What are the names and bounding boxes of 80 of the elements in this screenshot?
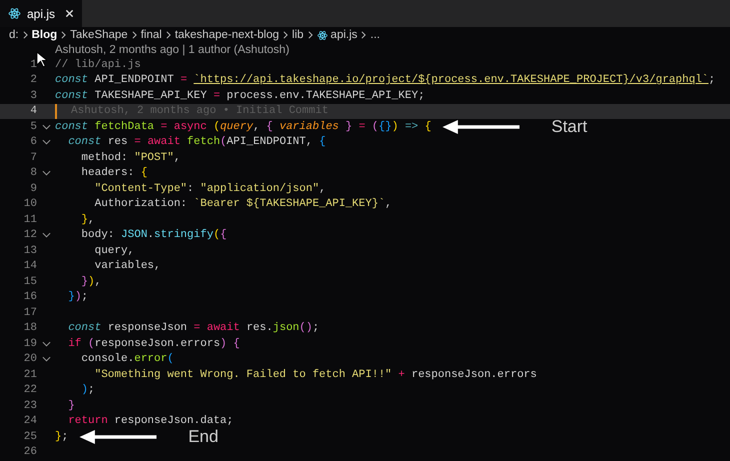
line-number: 20	[22, 353, 37, 366]
editor-tab[interactable]: api.js	[0, 0, 82, 27]
text-cursor	[55, 104, 57, 119]
breadcrumb-item[interactable]: api.js	[330, 29, 358, 41]
line-number: 12	[22, 229, 37, 242]
line-number: 26	[22, 446, 37, 458]
mouse-pointer-icon	[36, 51, 47, 68]
chevron-down-icon[interactable]	[42, 139, 50, 146]
code-line: body: JSON.stringify({	[80, 229, 227, 242]
line-number: 3	[29, 90, 37, 102]
code-line: };	[55, 430, 68, 443]
breadcrumb-item[interactable]: takeshape-next-blog	[174, 29, 280, 41]
line-number: 18	[22, 322, 37, 334]
codelens-author-info[interactable]: Ashutosh, 2 months ago | 1 author (Ashutosh)	[55, 44, 290, 56]
chevron-down-icon[interactable]	[42, 170, 50, 176]
code-line: const fetchData = async (query, { variables } = ({}) => {	[55, 120, 432, 133]
breadcrumb-item[interactable]: TakeShape	[70, 29, 128, 41]
code-line: "Content-Type": "application/json",	[94, 182, 326, 195]
line-number: 14	[22, 260, 37, 272]
code-line: }	[67, 400, 75, 412]
chevron-down-icon[interactable]	[42, 124, 50, 130]
line-number: 5	[29, 120, 37, 133]
line-number: 7	[29, 152, 37, 164]
code-line: const res = await fetch(API_ENDPOINT, {	[67, 136, 326, 148]
chevron-right-icon	[22, 31, 28, 39]
code-line: return responseJson.data;	[67, 415, 234, 428]
line-number: 4	[29, 105, 37, 118]
code-line: },	[80, 214, 95, 226]
line-number: 13	[22, 244, 37, 257]
annotation-label: End	[188, 426, 218, 447]
chevron-right-icon	[166, 31, 171, 39]
line-number: 19	[22, 338, 37, 350]
code-line: const responseJson = await res.json();	[67, 322, 320, 334]
code-line: headers: {	[80, 167, 148, 180]
breadcrumb-item[interactable]: ...	[370, 29, 380, 41]
chevron-right-icon	[61, 31, 66, 39]
line-number: 16	[22, 291, 37, 304]
line-number: 6	[29, 136, 37, 148]
code-line: }),	[80, 276, 102, 288]
atom-icon	[8, 7, 21, 20]
line-number: 17	[22, 306, 37, 319]
code-line: );	[80, 384, 95, 396]
code-line: const API_ENDPOINT = `https://api.takeshape.io/project/${process.env.TAKESHAPE_PROJECT}/v3/graphql`;	[55, 74, 716, 86]
code-line: "Something went Wrong. Failed to fetch API!!" + responseJson.errors	[94, 368, 537, 381]
line-number: 9	[29, 182, 37, 195]
code-line: const TAKESHAPE_API_KEY = process.env.TAKESHAPE_API_KEY;	[55, 90, 425, 102]
chevron-down-icon[interactable]	[42, 340, 50, 347]
tab-label: api.js	[27, 6, 56, 20]
atom-icon	[316, 30, 328, 40]
code-line: Authorization: `Bearer ${TAKESHAPE_API_KEY}`,	[94, 198, 392, 210]
code-line: // lib/api.js	[55, 58, 141, 71]
breadcrumb-item[interactable]: lib	[292, 29, 304, 41]
breadcrumb-item[interactable]: Blog	[32, 29, 58, 41]
chevron-down-icon[interactable]	[42, 356, 50, 362]
chevron-right-icon	[361, 31, 366, 39]
code-line: });	[67, 291, 88, 304]
annotation-label: Start	[551, 116, 588, 137]
close-icon[interactable]	[65, 9, 74, 18]
breadcrumb-item[interactable]: d:	[9, 29, 19, 41]
line-number: 21	[22, 368, 37, 381]
line-number: 1	[29, 58, 37, 71]
line-number: 24	[22, 415, 37, 428]
breadcrumb-item[interactable]: final	[140, 29, 162, 41]
line-number: 25	[22, 430, 37, 443]
line-number: 10	[22, 198, 37, 210]
chevron-right-icon	[132, 31, 137, 39]
code-line: variables,	[94, 260, 161, 272]
line-number: 2	[29, 74, 37, 86]
chevron-down-icon[interactable]	[42, 232, 50, 238]
code-line: query,	[94, 244, 134, 257]
line-number: 22	[22, 384, 37, 396]
line-number: 23	[22, 400, 37, 412]
code-line: if (responseJson.errors) {	[67, 338, 240, 350]
code-line: method: "POST",	[80, 152, 180, 164]
code-line: console.error(	[80, 353, 174, 366]
line-number: 11	[22, 214, 37, 226]
line-number: 8	[29, 167, 37, 180]
line-number: 15	[22, 276, 37, 288]
chevron-right-icon	[283, 31, 288, 39]
chevron-right-icon	[308, 31, 313, 39]
